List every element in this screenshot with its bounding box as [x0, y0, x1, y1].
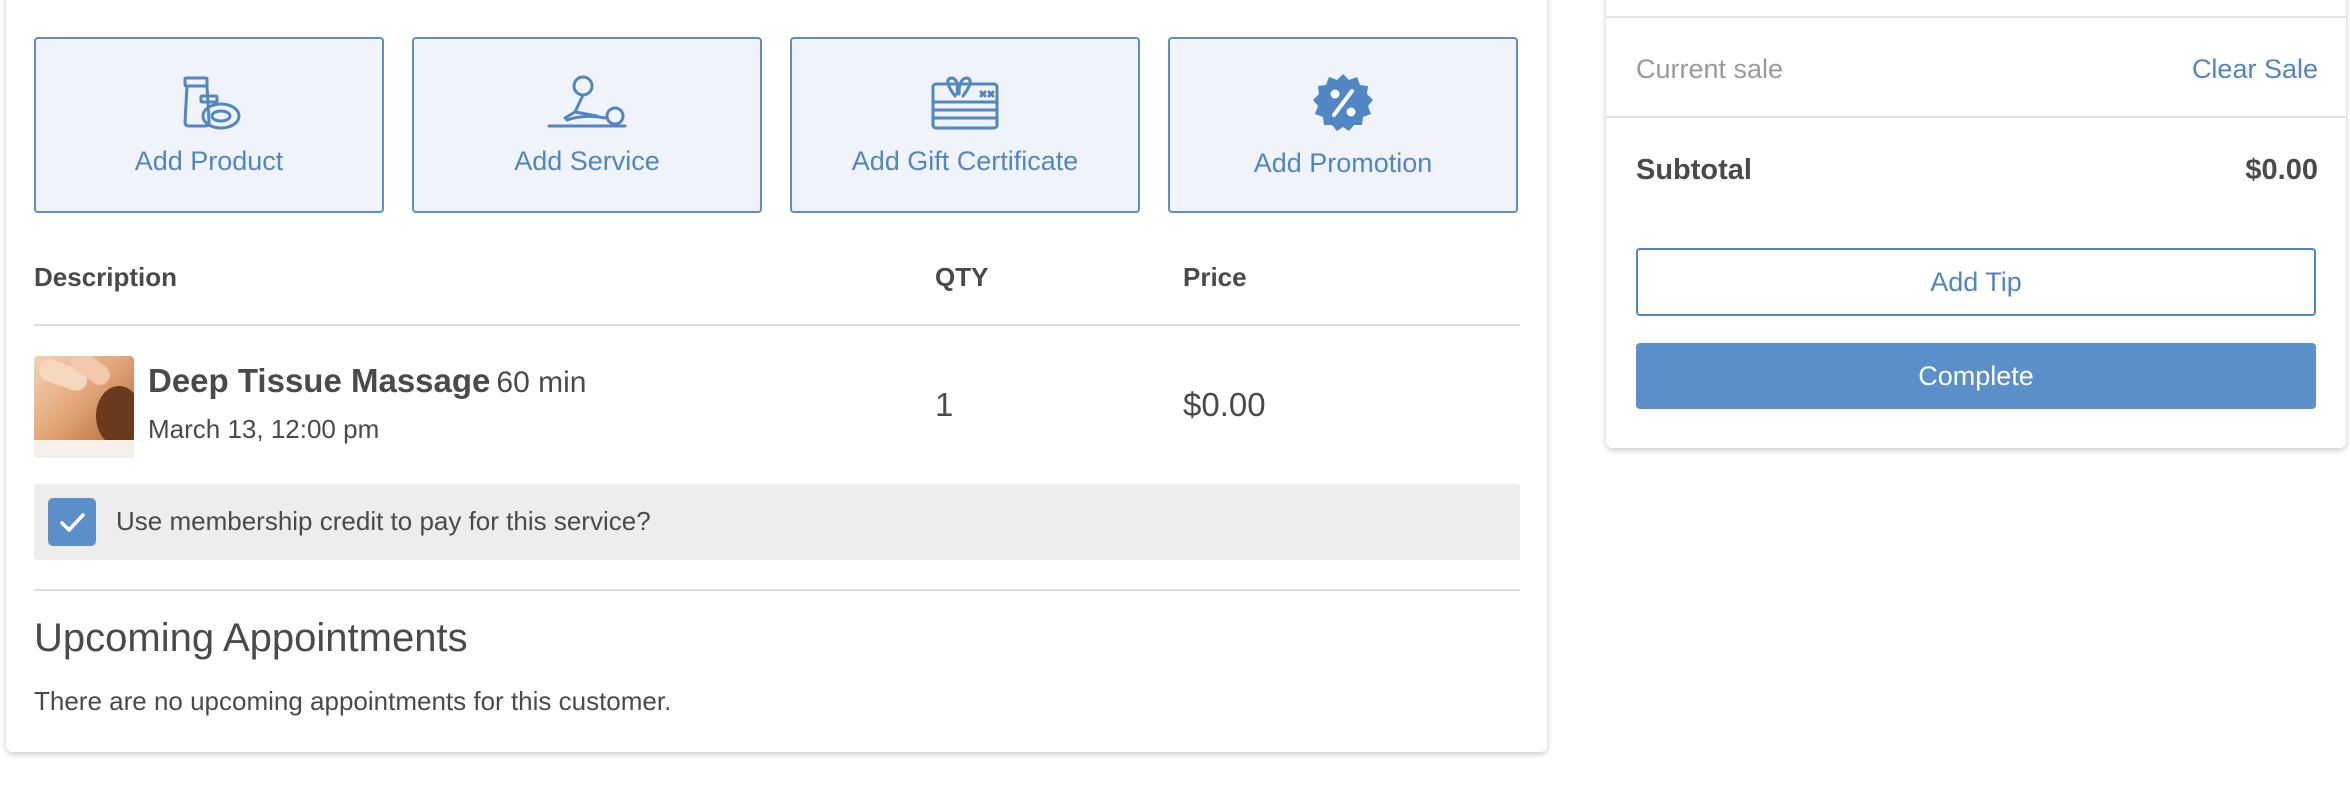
add-tip-button[interactable]: Add Tip [1636, 248, 2316, 316]
item-qty[interactable]: 1 [935, 386, 953, 424]
complete-button[interactable]: Complete [1636, 343, 2316, 409]
sale-summary-panel: Current sale Clear Sale Subtotal $0.00 A… [1606, 0, 2346, 448]
add-promotion-button[interactable]: Add Promotion [1168, 37, 1518, 213]
item-date: March 13, 12:00 pm [148, 414, 380, 444]
membership-credit-checkbox[interactable] [48, 498, 96, 546]
subtotal-label: Subtotal [1636, 154, 1752, 186]
add-product-label: Add Product [134, 145, 284, 176]
promotion-percent-badge-icon [1312, 72, 1374, 134]
current-sale-label: Current sale [1636, 54, 1784, 84]
add-service-button[interactable]: Add Service [412, 37, 762, 213]
add-gift-certificate-button[interactable]: Add Gift Certificate [790, 37, 1140, 213]
add-service-label: Add Service [514, 145, 660, 176]
divider [34, 589, 1520, 591]
membership-credit-row: Use membership credit to pay for this se… [34, 484, 1520, 560]
gift-card-icon [929, 74, 1001, 132]
sale-items-panel: Add Product Add Service Add Gift Certifi… [6, 0, 1547, 752]
column-price: Price [1183, 262, 1247, 292]
upcoming-appointments-empty: There are no upcoming appointments for t… [34, 686, 672, 716]
membership-credit-label: Use membership credit to pay for this se… [116, 506, 651, 536]
service-massage-icon [545, 74, 629, 132]
service-thumbnail [34, 356, 134, 458]
current-sale-row: Current sale Clear Sale [1606, 18, 2346, 118]
subtotal-value: $0.00 [2245, 154, 2318, 186]
add-product-button[interactable]: Add Product [34, 37, 384, 213]
column-description: Description [34, 262, 178, 292]
add-promotion-label: Add Promotion [1253, 147, 1433, 178]
item-name-wrapper: Deep Tissue Massage 60 min [148, 362, 586, 400]
item-price[interactable]: $0.00 [1183, 386, 1266, 424]
checkmark-icon [48, 513, 96, 550]
item-name: Deep Tissue Massage [148, 362, 491, 399]
column-qty: QTY [935, 262, 989, 292]
upcoming-appointments-title: Upcoming Appointments [34, 616, 468, 660]
product-icon [177, 74, 241, 132]
add-item-tiles: Add Product Add Service Add Gift Certifi… [34, 37, 1518, 213]
add-gift-certificate-label: Add Gift Certificate [851, 145, 1079, 176]
clear-sale-link[interactable]: Clear Sale [2192, 54, 2318, 85]
table-row: Deep Tissue Massage 60 min March 13, 12:0… [34, 356, 1520, 458]
item-duration: 60 min [496, 366, 587, 399]
items-table-header: Description QTY Price [34, 258, 1520, 326]
